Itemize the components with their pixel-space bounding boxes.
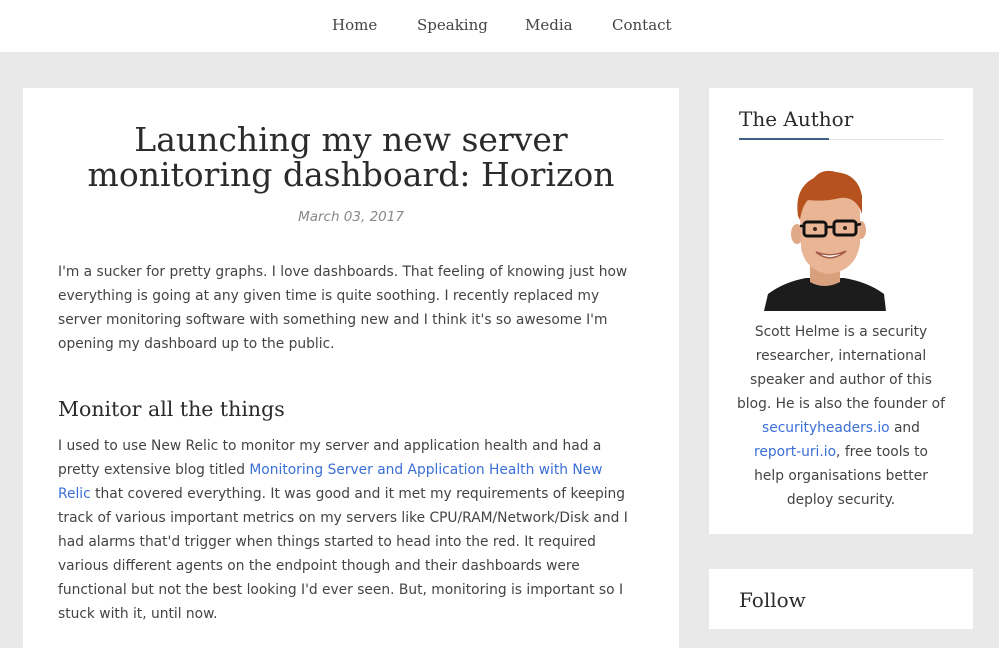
nav-contact-link[interactable]: Contact: [612, 16, 672, 34]
post-title-line-2: monitoring dashboard: Horizon: [87, 155, 615, 194]
bio-text-start: Scott Helme is a security researcher, in…: [737, 324, 945, 412]
top-navigation: Home Speaking Media Contact: [0, 0, 999, 52]
author-avatar: [764, 170, 886, 311]
nav-home-link[interactable]: Home: [332, 16, 377, 34]
post-date: March 03, 2017: [298, 209, 404, 225]
nav-speaking-link[interactable]: Speaking: [417, 16, 488, 34]
report-uri-link[interactable]: report-uri.io: [754, 444, 836, 460]
author-widget: The Author Scott Helme is a security res…: [709, 88, 973, 534]
author-bio: Scott Helme is a security researcher, in…: [737, 320, 945, 512]
author-widget-title: The Author: [739, 107, 854, 131]
post-title: Launching my new server monitoring dashb…: [23, 122, 679, 192]
post-title-line-1: Launching my new server: [134, 120, 568, 159]
body-text-after-link: that covered everything. It was good and…: [58, 486, 628, 622]
bio-text-and: and: [889, 420, 920, 436]
body-paragraph: I used to use New Relic to monitor my se…: [58, 434, 638, 626]
blog-post-card: Launching my new server monitoring dashb…: [23, 88, 679, 648]
follow-widget-title: Follow: [739, 588, 806, 612]
nav-media-link[interactable]: Media: [525, 16, 573, 34]
follow-widget: Follow: [709, 569, 973, 629]
section-heading: Monitor all the things: [58, 397, 285, 421]
title-divider-accent: [739, 138, 829, 140]
intro-paragraph: I'm a sucker for pretty graphs. I love d…: [58, 264, 628, 352]
securityheaders-link[interactable]: securityheaders.io: [762, 420, 890, 436]
